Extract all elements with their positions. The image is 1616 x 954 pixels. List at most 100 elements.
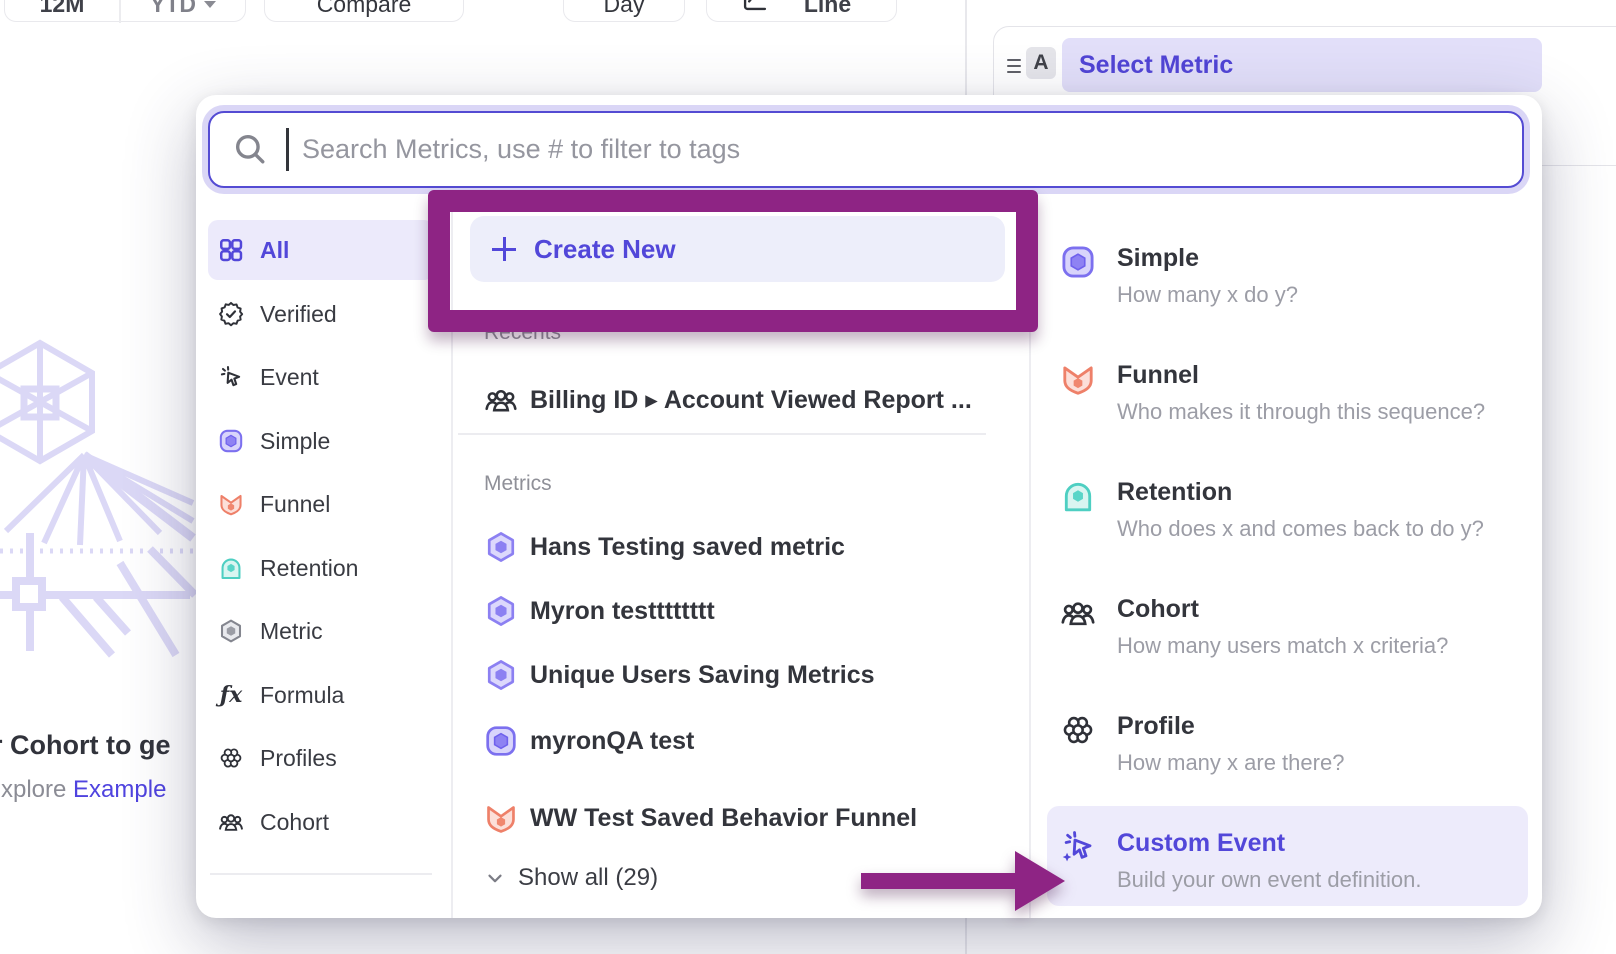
retention-icon	[1060, 478, 1096, 514]
show-all-toggle[interactable]: Show all (29)	[484, 856, 658, 900]
chevron-down-icon	[484, 867, 506, 889]
metric-type-subtitle: Build your own event definition.	[1117, 867, 1422, 893]
search-field-wrap	[208, 111, 1524, 188]
metric-item-label: Hans Testing saved metric	[530, 533, 845, 562]
metric-type-text: Custom Event Build your own event defini…	[1117, 829, 1422, 893]
simple-metric-icon	[484, 724, 518, 758]
metric-hexagon-icon	[218, 618, 244, 644]
sidebar-item-label: Retention	[260, 555, 358, 582]
date-range-segmented-control[interactable]: 12M YTD	[4, 0, 246, 22]
example-link[interactable]: Example	[73, 776, 166, 803]
funnel-icon	[1060, 361, 1096, 397]
metric-type-text: Cohort How many users match x criteria?	[1117, 595, 1448, 659]
metrics-heading: Metrics	[484, 472, 552, 496]
sidebar-item-partial[interactable]: T	[208, 903, 434, 918]
recent-item-row[interactable]: Billing ID ▸ Account Viewed Report ...	[484, 378, 972, 422]
metric-type-subtitle: Who makes it through this sequence?	[1117, 399, 1485, 425]
sidebar-item-label: Funnel	[260, 491, 330, 518]
metric-item-label: WW Test Saved Behavior Funnel	[530, 804, 917, 833]
sidebar-item-formula[interactable]: ƒx Formula	[208, 665, 434, 725]
annotation-arrow-head	[1015, 851, 1065, 911]
drag-handle-icon[interactable]	[1007, 59, 1021, 77]
metric-type-simple[interactable]: Simple How many x do y?	[1060, 244, 1530, 308]
cohort-people-icon	[484, 383, 518, 417]
sidebar-item-label: Event	[260, 364, 319, 391]
funnel-icon	[484, 801, 518, 835]
metric-item-row[interactable]: myronQA test	[484, 719, 694, 763]
sidebar-item-label: Profiles	[260, 745, 337, 772]
caret-down-icon	[204, 1, 216, 8]
recents-divider	[458, 433, 986, 435]
select-metric-label: Select Metric	[1079, 38, 1233, 92]
saved-metric-hexagon-icon	[484, 658, 518, 692]
cohort-people-icon	[218, 809, 244, 835]
metric-type-title: Retention	[1117, 478, 1484, 506]
range-12m-button[interactable]: 12M	[5, 0, 119, 19]
verified-badge-icon	[218, 301, 244, 327]
select-metric-field[interactable]: Select Metric	[1062, 38, 1542, 92]
search-input[interactable]	[208, 111, 1524, 188]
range-ytd-button[interactable]: YTD	[119, 0, 247, 19]
sidebar-item-metric[interactable]: Metric	[208, 601, 434, 661]
metric-type-text: Simple How many x do y?	[1117, 244, 1298, 308]
wireframe-illustration	[0, 333, 196, 668]
compare-button[interactable]: Compare	[264, 0, 464, 22]
sidebar-item-label: Cohort	[260, 809, 329, 836]
sidebar-item-retention[interactable]: Retention	[208, 538, 434, 598]
metric-item-label: myronQA test	[530, 727, 694, 756]
show-all-label: Show all (29)	[518, 864, 658, 892]
sidebar-item-cohort[interactable]: Cohort	[208, 792, 434, 852]
metric-type-profile[interactable]: Profile How many x are there?	[1060, 712, 1530, 776]
sidebar-item-funnel[interactable]: Funnel	[208, 474, 434, 534]
funnel-icon	[218, 491, 244, 517]
annotation-arrow-shaft	[861, 873, 1016, 889]
explore-line: xplore Example	[1, 776, 166, 804]
metric-type-text: Funnel Who makes it through this sequenc…	[1117, 361, 1485, 425]
metric-item-row[interactable]: Unique Users Saving Metrics	[484, 653, 875, 697]
app-window: 12M YTD Compare Day Line r Cohort to ge	[0, 0, 1616, 954]
metric-item-label: Myron testttttttt	[530, 597, 715, 626]
empty-state-headline-fragment: r Cohort to ge	[0, 730, 170, 761]
metric-type-funnel[interactable]: Funnel Who makes it through this sequenc…	[1060, 361, 1530, 425]
sidebar-item-verified[interactable]: Verified	[208, 284, 434, 344]
line-chart-type-button[interactable]: Line	[706, 0, 897, 22]
cohort-people-icon	[1060, 595, 1096, 631]
sidebar-item-label: All	[260, 237, 289, 264]
metric-type-text: Profile How many x are there?	[1117, 712, 1344, 776]
sidebar-item-label: Verified	[260, 301, 337, 328]
sidebar-item-label: Formula	[260, 682, 344, 709]
simple-metric-icon	[1060, 244, 1096, 280]
recent-item-label: Billing ID ▸ Account Viewed Report ...	[530, 385, 972, 415]
saved-metric-hexagon-icon	[484, 530, 518, 564]
line-label: Line	[757, 0, 898, 19]
metric-item-row[interactable]: Hans Testing saved metric	[484, 525, 845, 569]
text-cursor	[286, 128, 289, 171]
sidebar-item-all[interactable]: All	[208, 220, 434, 280]
sidebar-item-event[interactable]: Event	[208, 347, 434, 407]
sidebar-item-simple[interactable]: Simple	[208, 411, 434, 471]
custom-event-cursor-icon	[1060, 829, 1096, 865]
metric-type-title: Custom Event	[1117, 829, 1422, 857]
metric-type-retention[interactable]: Retention Who does x and comes back to d…	[1060, 478, 1530, 542]
metric-type-subtitle: How many users match x criteria?	[1117, 633, 1448, 659]
series-badge: A	[1026, 47, 1056, 79]
day-label: Day	[564, 0, 684, 19]
event-cursor-icon	[218, 364, 244, 390]
metric-type-cohort[interactable]: Cohort How many users match x criteria?	[1060, 595, 1530, 659]
metric-item-row[interactable]: WW Test Saved Behavior Funnel	[484, 796, 917, 840]
metric-type-subtitle: How many x do y?	[1117, 282, 1298, 308]
profiles-flower-icon	[218, 745, 244, 771]
sidebar-item-profiles[interactable]: Profiles	[208, 728, 434, 788]
metric-type-title: Simple	[1117, 244, 1298, 272]
metric-type-custom-event[interactable]: Custom Event Build your own event defini…	[1060, 829, 1530, 893]
profiles-flower-icon	[1060, 712, 1096, 748]
range-ytd-label: YTD	[150, 0, 196, 18]
sidebar-item-label: Metric	[260, 618, 323, 645]
annotation-highlight-rectangle	[428, 190, 1038, 332]
compare-label: Compare	[265, 0, 463, 19]
explore-text: xplore	[1, 776, 66, 803]
day-interval-button[interactable]: Day	[563, 0, 685, 22]
metric-type-text: Retention Who does x and comes back to d…	[1117, 478, 1484, 542]
metric-item-row[interactable]: Myron testttttttt	[484, 589, 715, 633]
sidebar-divider	[210, 873, 432, 875]
